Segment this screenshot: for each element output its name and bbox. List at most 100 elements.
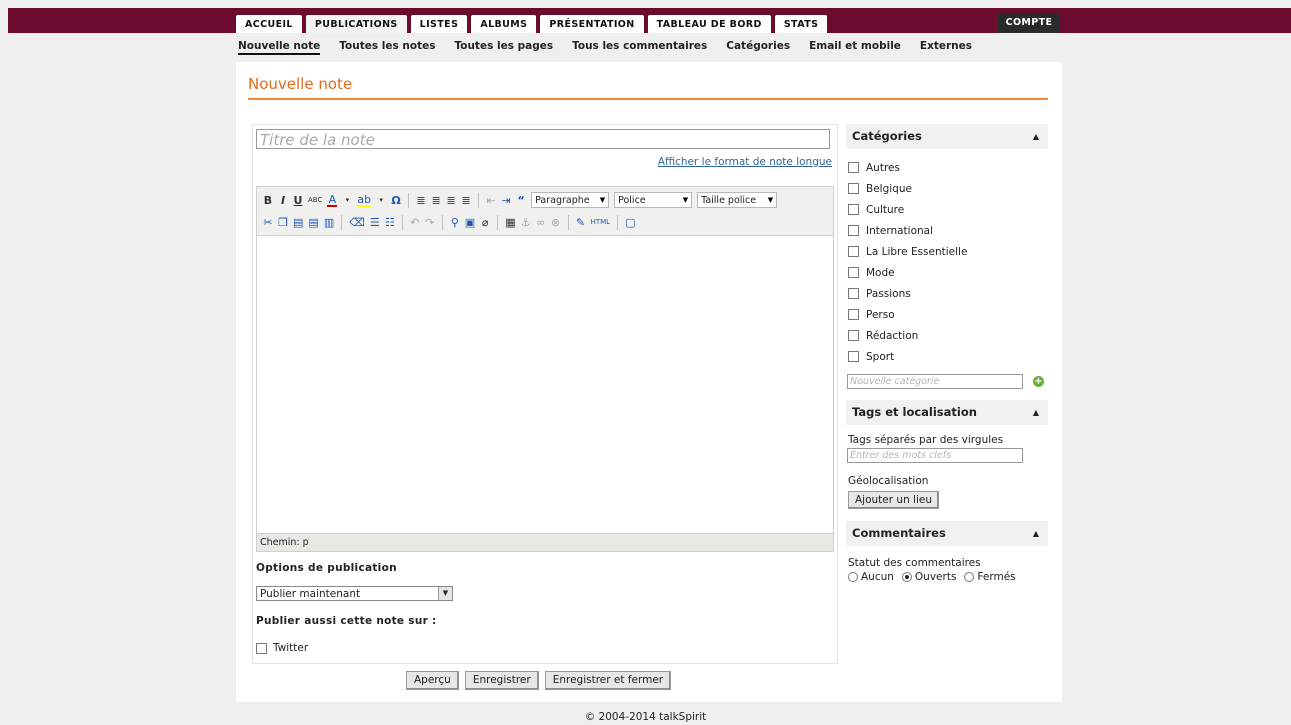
editor-content-area[interactable] <box>257 236 833 533</box>
publication-option-select[interactable]: Publier maintenant ▼ <box>256 586 453 601</box>
add-place-button[interactable]: Ajouter un lieu <box>848 491 940 509</box>
category-checkbox[interactable] <box>848 309 859 320</box>
align-right-icon[interactable]: ≣ <box>446 194 456 207</box>
main-content: Nouvelle note Titre de la note Afficher … <box>236 62 1062 702</box>
subnav-nouvelle-note[interactable]: Nouvelle note <box>238 40 321 55</box>
media-icon[interactable]: ▦ <box>505 216 515 229</box>
category-label: Autres <box>866 161 900 174</box>
category-label: Belgique <box>866 182 912 195</box>
highlight-color-icon[interactable]: ab <box>357 194 372 207</box>
add-icon[interactable]: + <box>1033 376 1044 387</box>
publish-also-title: Publier aussi cette note sur : <box>256 615 437 627</box>
strikethrough-icon[interactable]: ABC <box>308 196 322 204</box>
paste-word-icon[interactable]: ▥ <box>324 216 334 229</box>
image-icon[interactable]: ▣ <box>465 216 475 229</box>
new-category-input[interactable]: Nouvelle catégorie <box>847 374 1023 389</box>
comment-option-fermes[interactable]: Fermés <box>964 571 1016 583</box>
blockquote-icon[interactable]: “ <box>516 194 526 207</box>
comments-header[interactable]: Commentaires ▲ <box>846 521 1048 546</box>
category-checkbox[interactable] <box>848 225 859 236</box>
category-label: Mode <box>866 266 895 279</box>
comment-option-ouverts[interactable]: Ouverts <box>901 571 956 583</box>
subnav-tous-les-commentaires[interactable]: Tous les commentaires <box>572 40 707 55</box>
twitter-checkbox[interactable] <box>256 642 267 654</box>
category-label: Rédaction <box>866 329 919 342</box>
bullet-list-icon[interactable]: ☰ <box>370 216 380 229</box>
fullscreen-icon[interactable]: ▢ <box>625 216 635 229</box>
tab-albums[interactable]: ALBUMS <box>471 15 537 33</box>
note-title-input[interactable]: Titre de la note <box>256 129 830 149</box>
font-size-select-value: Taille police <box>701 194 757 206</box>
align-justify-icon[interactable]: ≣ <box>461 194 471 207</box>
tab-publications[interactable]: PUBLICATIONS <box>305 15 407 33</box>
radio-button[interactable] <box>964 572 975 582</box>
redo-icon[interactable]: ↷ <box>425 216 435 229</box>
html-icon[interactable]: HTML <box>591 218 610 226</box>
category-checkbox[interactable] <box>848 267 859 278</box>
subnav-toutes-les-pages[interactable]: Toutes les pages <box>454 40 553 55</box>
long-format-link[interactable]: Afficher le format de note longue <box>658 156 832 168</box>
category-checkbox[interactable] <box>848 204 859 215</box>
anchor-icon[interactable]: ⚓ <box>521 216 531 229</box>
preview-button[interactable]: Aperçu <box>406 671 459 690</box>
category-item: Culture <box>846 199 1048 220</box>
category-checkbox[interactable] <box>848 288 859 299</box>
text-color-icon[interactable]: A <box>327 194 338 207</box>
new-category-row: Nouvelle catégorie + <box>846 374 1048 390</box>
link-icon[interactable]: ∞ <box>536 216 546 229</box>
radio-button[interactable] <box>848 572 858 582</box>
special-char-icon[interactable]: Ω <box>391 194 401 207</box>
tab-listes[interactable]: LISTES <box>410 15 468 33</box>
eraser-icon[interactable]: ⌫ <box>349 216 365 229</box>
category-checkbox[interactable] <box>848 162 859 173</box>
collapse-icon[interactable]: ▲ <box>1033 124 1039 149</box>
undo-icon[interactable]: ↶ <box>410 216 420 229</box>
chevron-down-icon[interactable]: ▾ <box>376 196 386 204</box>
align-left-icon[interactable]: ≣ <box>416 194 426 207</box>
category-checkbox[interactable] <box>848 351 859 362</box>
tags-input[interactable]: Entrer des mots clefs <box>847 448 1023 463</box>
find-icon[interactable]: ⚲ <box>450 216 460 229</box>
paste-icon[interactable]: ▤ <box>293 216 303 229</box>
format-select[interactable]: Paragraphe ▼ <box>531 192 610 208</box>
category-list: Autres Belgique Culture International La… <box>846 157 1048 367</box>
categories-header[interactable]: Catégories ▲ <box>846 124 1048 149</box>
tags-title: Tags et localisation <box>852 405 977 419</box>
save-and-close-button[interactable]: Enregistrer et fermer <box>544 671 672 690</box>
collapse-icon[interactable]: ▲ <box>1033 400 1039 425</box>
font-select[interactable]: Police ▼ <box>614 192 693 208</box>
collapse-icon[interactable]: ▲ <box>1033 521 1039 546</box>
paste-text-icon[interactable]: ▤ <box>308 216 318 229</box>
italic-icon[interactable]: I <box>278 194 288 207</box>
category-checkbox[interactable] <box>848 330 859 341</box>
category-checkbox[interactable] <box>848 246 859 257</box>
tab-tableau-de-bord[interactable]: TABLEAU DE BORD <box>647 15 771 33</box>
copy-icon[interactable]: ❐ <box>278 216 288 229</box>
subnav-email-et-mobile[interactable]: Email et mobile <box>809 40 901 55</box>
chevron-down-icon[interactable]: ▾ <box>342 196 352 204</box>
radio-button[interactable] <box>901 572 912 582</box>
category-checkbox[interactable] <box>848 183 859 194</box>
tags-header[interactable]: Tags et localisation ▲ <box>846 400 1048 425</box>
save-button[interactable]: Enregistrer <box>464 671 539 690</box>
attachment-icon[interactable]: ⌀ <box>480 216 490 229</box>
underline-icon[interactable]: U <box>293 194 303 207</box>
subnav-categories[interactable]: Catégories <box>726 40 790 55</box>
account-button[interactable]: COMPTE <box>998 13 1060 33</box>
unlink-icon[interactable]: ⊗ <box>551 216 561 229</box>
indent-icon[interactable]: ⇥ <box>501 194 511 207</box>
numbered-list-icon[interactable]: ☷ <box>385 216 395 229</box>
cut-icon[interactable]: ✂ <box>263 216 273 229</box>
tab-stats[interactable]: STATS <box>774 15 828 33</box>
comment-option-aucun[interactable]: Aucun <box>848 571 894 583</box>
subnav-externes[interactable]: Externes <box>920 40 972 55</box>
edit-icon[interactable]: ✎ <box>576 216 586 229</box>
tab-presentation[interactable]: PRÉSENTATION <box>540 15 644 33</box>
tab-accueil[interactable]: ACCUEIL <box>236 15 302 33</box>
subnav-toutes-les-notes[interactable]: Toutes les notes <box>339 40 435 55</box>
align-center-icon[interactable]: ≣ <box>431 194 441 207</box>
bold-icon[interactable]: B <box>263 194 273 207</box>
outdent-icon[interactable]: ⇤ <box>486 194 496 207</box>
rich-text-editor: B I U ABC A ▾ ab ▾ Ω ≣ ≣ ≣ ≣ ⇤ ⇥ “ Parag… <box>256 186 834 552</box>
font-size-select[interactable]: Taille police ▼ <box>697 192 778 208</box>
